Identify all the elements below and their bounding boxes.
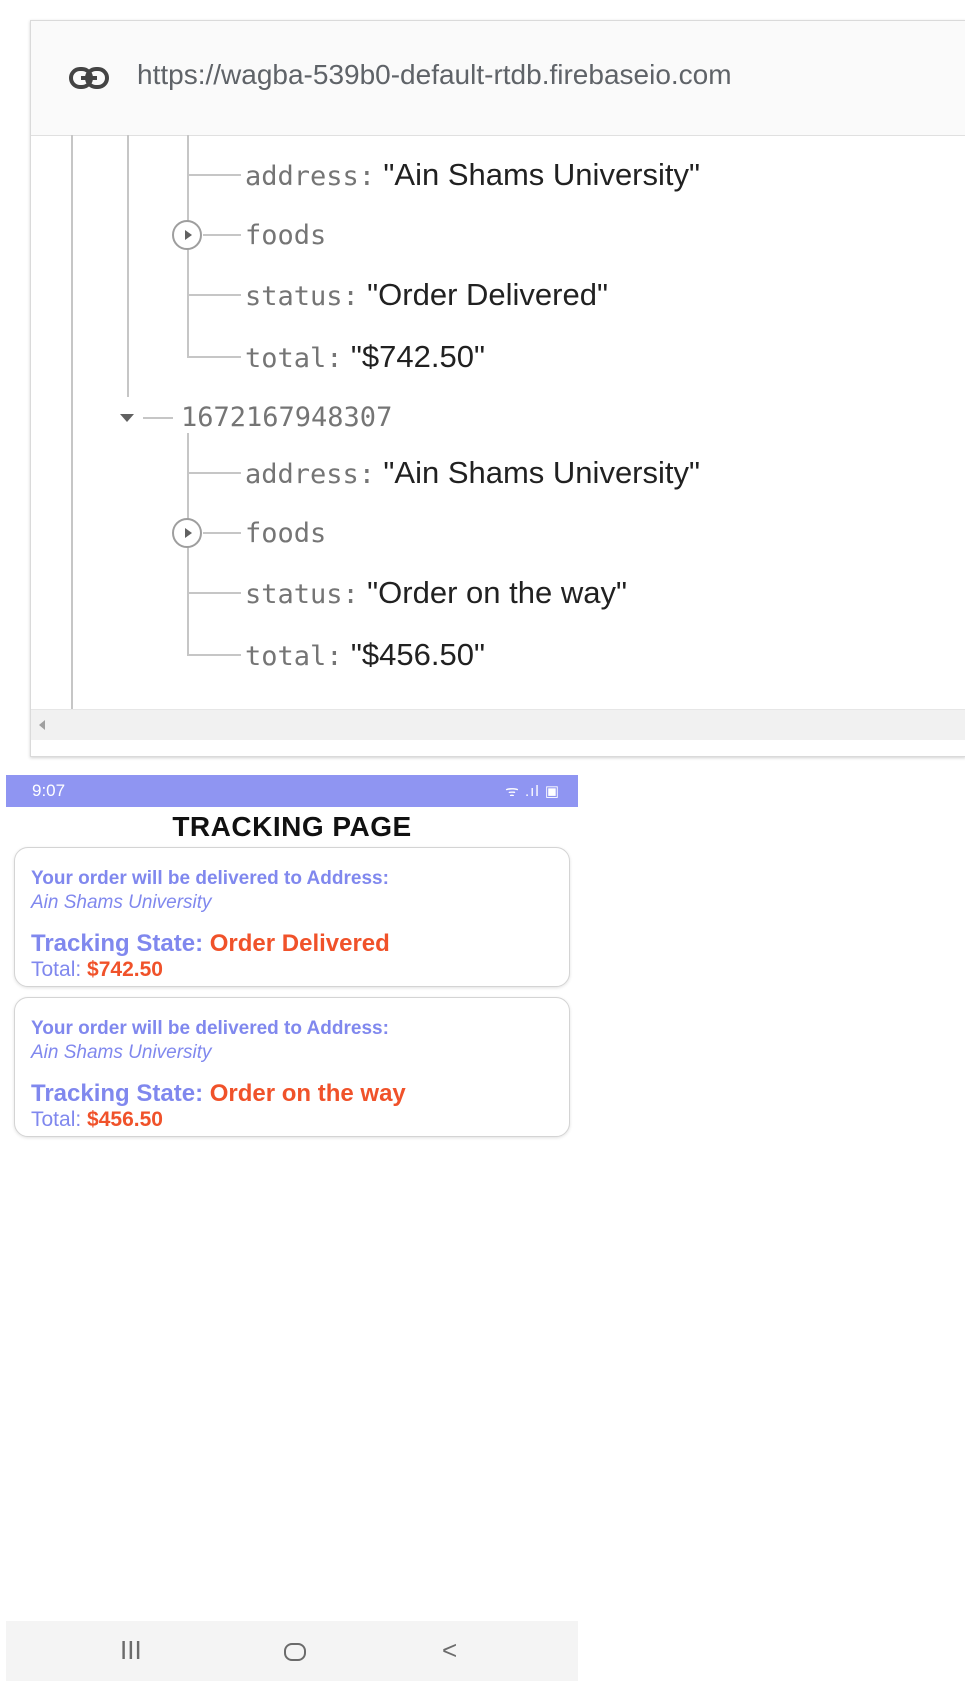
field-key: foods <box>245 220 327 251</box>
tree-branch <box>187 174 241 176</box>
back-button[interactable]: < <box>442 1635 457 1666</box>
field-total[interactable]: total: "$742.50" <box>245 337 485 379</box>
total-value: $742.50 <box>87 958 163 981</box>
field-value: "$456.50" <box>350 637 485 672</box>
tracking-state: Tracking State: Order on the way <box>31 1080 406 1108</box>
tree-branch <box>187 472 241 474</box>
field-value: "$742.50" <box>350 339 485 374</box>
field-separator: : <box>358 459 376 490</box>
order-card[interactable]: Your order will be delivered to Address:… <box>14 997 570 1137</box>
tracking-state-label: Tracking State: <box>31 1080 204 1107</box>
field-separator: : <box>358 161 376 192</box>
field-separator: : <box>326 343 343 374</box>
field-separator: : <box>342 579 359 610</box>
field-key: total <box>245 641 327 672</box>
collapse-node-icon[interactable] <box>120 414 134 422</box>
field-status[interactable]: status: "Order on the way" <box>245 573 627 615</box>
total-label: Total: <box>31 1108 82 1131</box>
tree-guide-orders <box>127 135 129 397</box>
tree-branch <box>203 234 241 236</box>
field-address[interactable]: address: "Ain Shams University" <box>245 155 700 197</box>
order-card[interactable]: Your order will be delivered to Address:… <box>14 847 570 987</box>
tree-branch <box>203 532 241 534</box>
tree-branch <box>143 417 173 419</box>
tracking-state: Tracking State: Order Delivered <box>31 930 390 958</box>
order-total: Total: $456.50 <box>31 1108 163 1132</box>
link-icon[interactable] <box>69 61 109 95</box>
field-separator: : <box>342 281 359 312</box>
signal-battery-icon: ᯤ .ıl ▣ <box>505 783 560 800</box>
address-value: Ain Shams University <box>31 1042 212 1063</box>
field-status[interactable]: status: "Order Delivered" <box>245 275 608 317</box>
address-label: Your order will be delivered to Address: <box>31 868 389 889</box>
address-label: Your order will be delivered to Address: <box>31 1018 389 1039</box>
scroll-left-icon[interactable] <box>39 720 45 730</box>
tree-guide-root <box>71 135 73 709</box>
horizontal-scrollbar[interactable] <box>31 709 965 740</box>
tracking-state-value: Order Delivered <box>209 930 390 957</box>
order-total: Total: $742.50 <box>31 958 163 982</box>
field-value: "Order on the way" <box>367 575 627 610</box>
field-key: status <box>245 579 343 610</box>
order-node-id[interactable]: 1672167948307 <box>181 398 392 438</box>
tracking-state-value: Order on the way <box>209 1080 406 1107</box>
total-value: $456.50 <box>87 1108 163 1131</box>
android-nav-bar: III < <box>6 1621 578 1681</box>
database-url[interactable]: https://wagba-539b0-default-rtdb.firebas… <box>137 59 732 91</box>
recents-button[interactable]: III <box>120 1635 142 1666</box>
field-key: address <box>245 161 359 192</box>
tracking-state-label: Tracking State: <box>31 930 204 957</box>
database-url-header: https://wagba-539b0-default-rtdb.firebas… <box>31 21 965 136</box>
tree-branch <box>187 294 241 296</box>
field-value: "Ain Shams University" <box>383 455 701 490</box>
field-key: foods <box>245 518 327 549</box>
field-key: address <box>245 459 359 490</box>
field-separator: : <box>326 641 343 672</box>
status-time: 9:07 <box>32 781 66 800</box>
field-foods[interactable]: foods <box>245 215 326 256</box>
firebase-database-panel: https://wagba-539b0-default-rtdb.firebas… <box>30 20 965 757</box>
field-foods[interactable]: foods <box>245 513 326 554</box>
total-label: Total: <box>31 958 82 981</box>
field-value: "Order Delivered" <box>367 277 608 312</box>
address-value: Ain Shams University <box>31 892 212 913</box>
page-title: TRACKING PAGE <box>172 811 412 842</box>
tree-branch <box>187 592 241 594</box>
expand-foods-button[interactable] <box>172 518 202 548</box>
field-key: status <box>245 281 343 312</box>
field-key: total <box>245 343 327 374</box>
field-value: "Ain Shams University" <box>383 157 701 192</box>
tree-branch <box>187 654 241 656</box>
status-bar: 9:07 ᯤ .ıl ▣ <box>6 775 578 807</box>
field-total[interactable]: total: "$456.50" <box>245 635 485 677</box>
home-button[interactable] <box>284 1643 306 1661</box>
field-address[interactable]: address: "Ain Shams University" <box>245 453 700 495</box>
expand-foods-button[interactable] <box>172 220 202 250</box>
tree-branch <box>187 356 241 358</box>
phone-screen: 9:07 ᯤ .ıl ▣ TRACKING PAGE Your order wi… <box>6 775 578 1681</box>
